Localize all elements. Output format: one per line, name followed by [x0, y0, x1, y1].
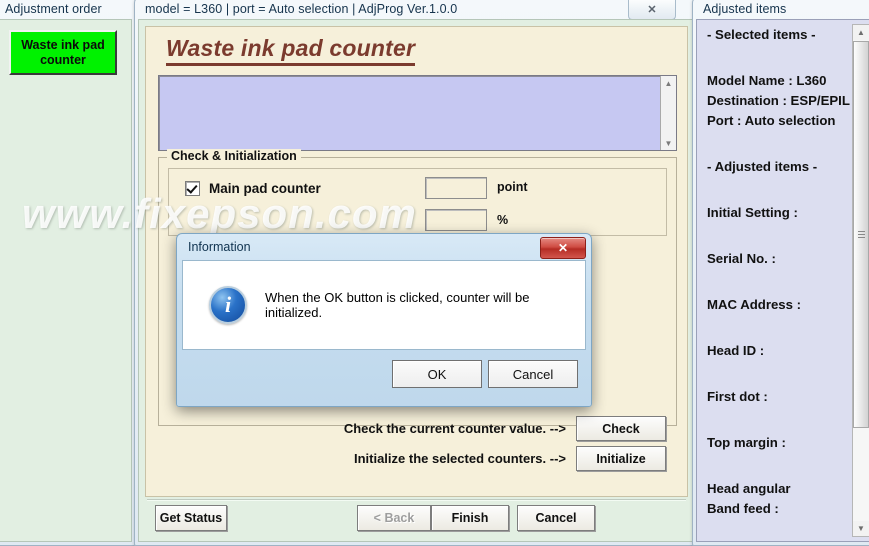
point-unit-label: point	[497, 180, 528, 194]
adjusted-items-line: Serial No. :	[707, 252, 776, 266]
counter-panel: Main pad counter point %	[168, 168, 667, 236]
adjustment-order-list: Waste ink pad counter	[3, 24, 127, 537]
adjusted-items-line	[707, 456, 853, 482]
back-button: < Back	[357, 505, 431, 531]
dialog-body: i When the OK button is clicked, counter…	[182, 260, 586, 350]
adjusted-items-line: Model Name : L360	[707, 74, 827, 88]
adjusted-items-line	[707, 180, 853, 206]
scroll-up-icon[interactable]: ▲	[853, 25, 869, 40]
finish-button[interactable]: Finish	[431, 505, 509, 531]
page-title: Waste ink pad counter	[166, 35, 416, 66]
footer-bar: Get Status < Back Finish Cancel	[139, 497, 694, 541]
percent-unit-label: %	[497, 213, 509, 227]
information-icon: i	[209, 286, 247, 324]
adjustment-order-title: Adjustment order	[5, 2, 102, 16]
cancel-button[interactable]: Cancel	[517, 505, 595, 531]
adjusted-items-line: - Selected items -	[707, 28, 816, 42]
adjusted-items-line: Top margin :	[707, 436, 786, 450]
app-root: Adjustment order Waste ink pad counter m…	[0, 0, 869, 546]
message-textarea[interactable]: ▲ ▼	[158, 75, 677, 151]
check-action-label: Check the current counter value. -->	[343, 421, 566, 436]
adjusted-items-line: MAC Address :	[707, 298, 802, 312]
initialize-action-label: Initialize the selected counters. -->	[353, 451, 566, 466]
dialog-message: When the OK button is clicked, counter w…	[265, 290, 530, 320]
scrollbar-thumb[interactable]	[853, 41, 869, 428]
adjusted-items-text: - Selected items - Model Name : L360 Dest…	[701, 24, 853, 537]
get-status-button[interactable]: Get Status	[155, 505, 227, 531]
adjusted-items-line: First dot :	[707, 390, 768, 404]
adjusted-items-line	[707, 226, 853, 252]
group-title: Check & Initialization	[167, 149, 301, 163]
main-pad-counter-label: Main pad counter	[209, 181, 321, 196]
adjusted-items-line	[707, 410, 853, 436]
adjusted-items-line	[707, 318, 853, 344]
adjusted-items-line	[707, 272, 853, 298]
main-pad-counter-checkbox[interactable]	[185, 181, 200, 196]
scroll-up-icon[interactable]: ▲	[661, 76, 676, 90]
adjusted-items-line	[707, 522, 853, 537]
dialog-ok-button[interactable]: OK	[392, 360, 482, 388]
adjusted-items-line: - Adjusted items -	[707, 160, 818, 174]
adjusted-items-body: - Selected items - Model Name : L360 Dest…	[696, 19, 869, 542]
main-window-title: model = L360 | port = Auto selection | A…	[145, 2, 458, 16]
adjusted-items-line: Initial Setting :	[707, 206, 798, 220]
check-button[interactable]: Check	[576, 416, 666, 441]
check-action-row: Check the current counter value. --> Che…	[344, 416, 666, 441]
dialog-close-icon[interactable]: ✕	[540, 237, 586, 259]
order-item-waste-ink-pad-counter[interactable]: Waste ink pad counter	[9, 30, 117, 75]
adjusted-items-line: Destination : ESP/EPIL	[707, 94, 850, 108]
dialog-title: Information	[188, 240, 251, 254]
adjusted-items-line: Port : Auto selection	[707, 114, 836, 128]
adjusted-items-line: Head angular	[707, 482, 791, 496]
adjusted-items-scroll-area: - Selected items - Model Name : L360 Dest…	[701, 24, 853, 537]
message-scrollbar[interactable]: ▲ ▼	[660, 76, 676, 150]
close-icon[interactable]	[628, 0, 676, 20]
dialog-cancel-button[interactable]: Cancel	[488, 360, 578, 388]
adjusted-items-window: Adjusted items - Selected items - Model …	[692, 0, 869, 546]
adjusted-items-line	[707, 364, 853, 390]
main-pad-percent-input[interactable]	[425, 209, 487, 231]
initialize-action-row: Initialize the selected counters. --> In…	[354, 446, 666, 471]
adjusted-items-line: Band feed :	[707, 502, 779, 516]
adjusted-items-title: Adjusted items	[703, 2, 787, 16]
dialog-footer: OK Cancel	[182, 349, 586, 399]
information-dialog: Information ✕ i When the OK button is cl…	[176, 233, 592, 407]
scroll-down-icon[interactable]: ▼	[853, 521, 869, 536]
adjusted-items-scrollbar[interactable]: ▲ ▼	[852, 24, 869, 537]
adjusted-items-line	[707, 134, 853, 160]
adjustment-order-window: Adjustment order Waste ink pad counter	[0, 0, 136, 546]
adjustment-order-body: Waste ink pad counter	[0, 19, 132, 542]
main-pad-point-input[interactable]	[425, 177, 487, 199]
initialize-button[interactable]: Initialize	[576, 446, 666, 471]
scroll-down-icon[interactable]: ▼	[661, 136, 676, 150]
adjusted-items-line	[707, 48, 853, 74]
main-pad-counter-row[interactable]: Main pad counter	[185, 181, 321, 196]
adjusted-items-line: Head ID :	[707, 344, 765, 358]
